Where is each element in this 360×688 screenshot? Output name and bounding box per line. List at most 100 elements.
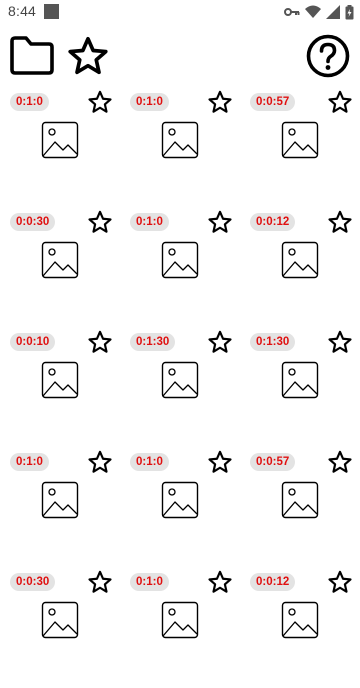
- image-placeholder-icon: [41, 241, 79, 279]
- media-item: 0:0:30: [0, 568, 120, 688]
- battery-icon: [345, 4, 354, 19]
- favorite-toggle[interactable]: [326, 208, 354, 236]
- image-placeholder-icon: [161, 121, 199, 159]
- favorite-toggle[interactable]: [206, 88, 234, 116]
- vpn-key-icon: [284, 8, 300, 16]
- status-icons: [284, 3, 354, 21]
- favorite-toggle[interactable]: [326, 328, 354, 356]
- favorite-toggle[interactable]: [206, 208, 234, 236]
- app-notification-icon: [44, 4, 59, 19]
- image-placeholder-icon: [281, 361, 319, 399]
- media-item: 0:1:0: [0, 88, 120, 208]
- thumbnail[interactable]: [281, 361, 319, 399]
- media-item: 0:1:0: [120, 208, 240, 328]
- star-outline-icon: [328, 330, 352, 353]
- duration-badge: 0:1:0: [10, 93, 49, 111]
- help-icon: [306, 34, 350, 78]
- favorite-toggle[interactable]: [326, 448, 354, 476]
- help-button[interactable]: [304, 32, 352, 80]
- media-item: 0:0:57: [240, 448, 360, 568]
- favorite-toggle[interactable]: [86, 448, 114, 476]
- star-outline-icon: [88, 210, 112, 233]
- star-outline-icon: [208, 450, 232, 473]
- signal-icon: [326, 5, 340, 19]
- favorite-toggle[interactable]: [206, 568, 234, 596]
- image-placeholder-icon: [161, 601, 199, 639]
- image-placeholder-icon: [41, 361, 79, 399]
- star-outline-icon: [328, 210, 352, 233]
- thumbnail[interactable]: [41, 241, 79, 279]
- media-item: 0:0:12: [240, 568, 360, 688]
- media-item: 0:1:30: [240, 328, 360, 448]
- favorites-button[interactable]: [64, 32, 112, 80]
- image-placeholder-icon: [281, 601, 319, 639]
- thumbnail[interactable]: [161, 481, 199, 519]
- star-outline-icon: [88, 330, 112, 353]
- duration-badge: 0:0:12: [250, 213, 296, 231]
- status-bar: 8:44: [0, 0, 360, 24]
- thumbnail[interactable]: [41, 601, 79, 639]
- image-placeholder-icon: [161, 241, 199, 279]
- thumbnail[interactable]: [41, 121, 79, 159]
- thumbnail[interactable]: [41, 481, 79, 519]
- thumbnail[interactable]: [161, 241, 199, 279]
- thumbnail[interactable]: [281, 241, 319, 279]
- favorite-toggle[interactable]: [326, 88, 354, 116]
- thumbnail[interactable]: [161, 601, 199, 639]
- duration-badge: 0:1:30: [250, 333, 296, 351]
- favorite-toggle[interactable]: [326, 568, 354, 596]
- thumbnail[interactable]: [281, 481, 319, 519]
- image-placeholder-icon: [281, 241, 319, 279]
- duration-badge: 0:1:30: [130, 333, 176, 351]
- favorite-toggle[interactable]: [86, 88, 114, 116]
- duration-badge: 0:1:0: [130, 93, 169, 111]
- media-item: 0:0:10: [0, 328, 120, 448]
- image-placeholder-icon: [281, 121, 319, 159]
- media-item: 0:0:12: [240, 208, 360, 328]
- folder-button[interactable]: [8, 32, 56, 80]
- thumbnail[interactable]: [281, 121, 319, 159]
- duration-badge: 0:0:57: [250, 93, 296, 111]
- favorite-toggle[interactable]: [206, 448, 234, 476]
- media-item: 0:1:0: [120, 568, 240, 688]
- favorite-toggle[interactable]: [206, 328, 234, 356]
- media-item: 0:1:0: [120, 88, 240, 208]
- star-outline-icon: [208, 210, 232, 233]
- star-outline-icon: [208, 570, 232, 593]
- duration-badge: 0:0:10: [10, 333, 56, 351]
- duration-badge: 0:1:0: [130, 453, 169, 471]
- star-outline-icon: [88, 570, 112, 593]
- media-item: 0:1:0: [0, 448, 120, 568]
- image-placeholder-icon: [41, 601, 79, 639]
- thumbnail[interactable]: [161, 361, 199, 399]
- media-item: 0:1:30: [120, 328, 240, 448]
- star-outline-icon: [328, 450, 352, 473]
- duration-badge: 0:1:0: [130, 573, 169, 591]
- thumbnail[interactable]: [41, 361, 79, 399]
- media-item: 0:1:0: [120, 448, 240, 568]
- thumbnail[interactable]: [281, 601, 319, 639]
- image-placeholder-icon: [41, 481, 79, 519]
- star-outline-icon: [208, 90, 232, 113]
- duration-badge: 0:1:0: [130, 213, 169, 231]
- image-placeholder-icon: [281, 481, 319, 519]
- star-outline-icon: [328, 90, 352, 113]
- star-outline-icon: [88, 450, 112, 473]
- image-placeholder-icon: [41, 121, 79, 159]
- image-placeholder-icon: [161, 361, 199, 399]
- star-outline-icon: [328, 570, 352, 593]
- duration-badge: 0:0:30: [10, 573, 56, 591]
- media-item: 0:0:30: [0, 208, 120, 328]
- star-outline-icon: [208, 330, 232, 353]
- duration-badge: 0:0:30: [10, 213, 56, 231]
- media-item: 0:0:57: [240, 88, 360, 208]
- thumbnail[interactable]: [161, 121, 199, 159]
- status-time: 8:44: [8, 3, 37, 19]
- favorite-toggle[interactable]: [86, 328, 114, 356]
- favorite-toggle[interactable]: [86, 568, 114, 596]
- folder-icon: [10, 36, 54, 75]
- star-outline-icon: [88, 90, 112, 113]
- duration-badge: 0:0:12: [250, 573, 296, 591]
- favorite-toggle[interactable]: [86, 208, 114, 236]
- star-icon: [68, 36, 108, 75]
